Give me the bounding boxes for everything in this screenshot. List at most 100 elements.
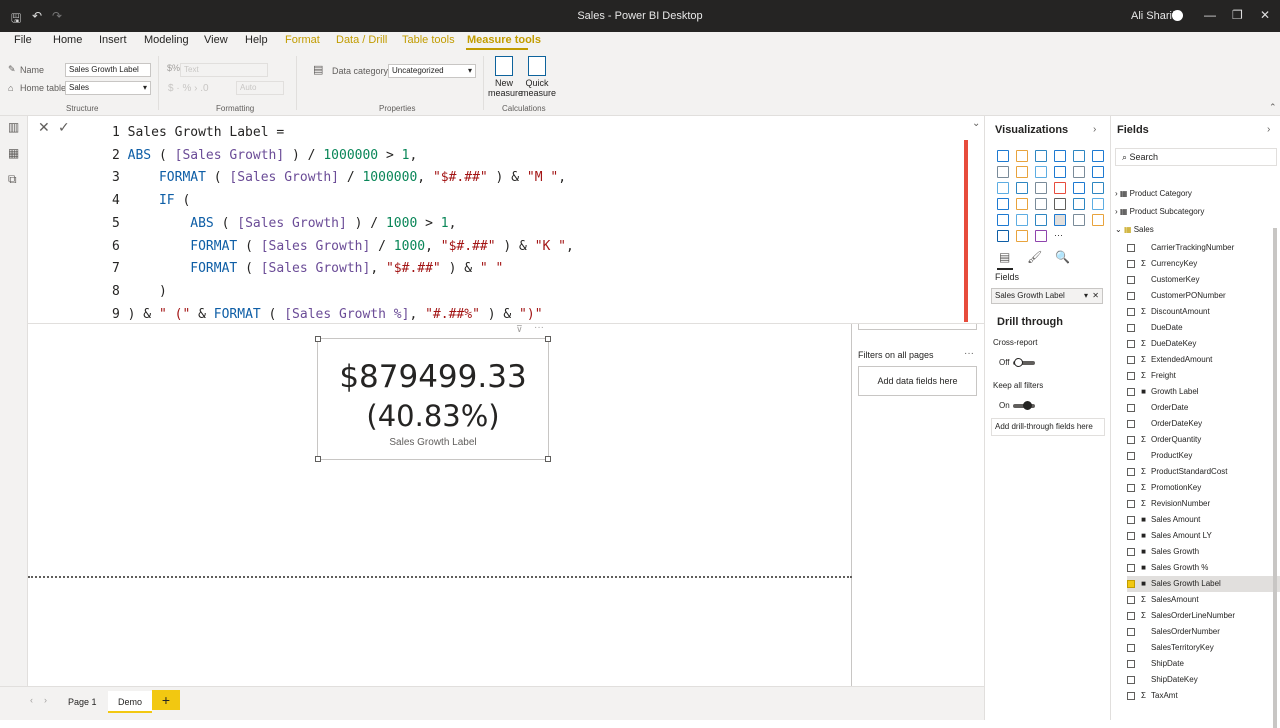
filter-icon[interactable]: ⊽ [516, 324, 523, 335]
field-checkbox[interactable] [1127, 259, 1135, 268]
field-item[interactable]: ■ Sales Amount [1127, 512, 1280, 528]
table-product-category[interactable]: › ▦ Product Category [1115, 186, 1280, 202]
analytics-icon[interactable]: 🔍 [1055, 250, 1070, 264]
visual-type-icon[interactable] [997, 150, 1009, 162]
visual-type-icon[interactable] [1016, 198, 1028, 210]
dax-editor[interactable]: 1 Sales Growth Label = 2 ABS ( [Sales Gr… [112, 122, 574, 326]
more-options-icon[interactable]: ··· [534, 322, 544, 333]
visual-type-icon[interactable] [1035, 198, 1047, 210]
visual-type-icon[interactable] [1054, 150, 1066, 162]
table-product-subcategory[interactable]: › ▦ Product Subcategory [1115, 204, 1280, 220]
field-item[interactable]: Σ TaxAmt [1127, 688, 1280, 704]
visual-type-icon[interactable] [1073, 166, 1085, 178]
visual-type-icon[interactable] [1054, 182, 1066, 194]
field-item[interactable]: Σ SalesAmount [1127, 592, 1280, 608]
menu-table-tools[interactable]: Table tools [402, 34, 455, 46]
filters-dropzone[interactable]: Add data fields here [858, 366, 977, 396]
visual-type-icon[interactable] [1092, 198, 1104, 210]
field-checkbox[interactable] [1127, 275, 1135, 284]
formula-bar[interactable]: ✕ ✓ 1 Sales Growth Label = 2 ABS ( [Sale… [28, 116, 984, 324]
visual-type-icon[interactable] [1016, 214, 1028, 226]
visual-type-icon[interactable] [1092, 214, 1104, 226]
field-checkbox[interactable] [1127, 467, 1135, 476]
visual-type-icon[interactable] [1054, 214, 1066, 226]
minimize-icon[interactable]: — [1204, 8, 1216, 22]
field-item[interactable]: ProductKey [1127, 448, 1280, 464]
visual-type-icon[interactable] [997, 166, 1009, 178]
field-item[interactable]: Σ CurrencyKey [1127, 256, 1280, 272]
visual-type-icon[interactable] [1035, 166, 1047, 178]
field-item[interactable]: Σ Freight [1127, 368, 1280, 384]
visual-type-icon[interactable] [997, 182, 1009, 194]
remove-field-icon[interactable]: ✕ [1092, 291, 1099, 300]
visual-type-icon[interactable] [1054, 166, 1066, 178]
menu-view[interactable]: View [204, 34, 228, 46]
visual-type-icon[interactable] [1016, 150, 1028, 162]
field-checkbox[interactable] [1127, 547, 1135, 556]
resize-handle[interactable] [545, 336, 551, 342]
field-checkbox[interactable] [1127, 323, 1135, 332]
resize-handle[interactable] [545, 456, 551, 462]
fields-tab-icon[interactable]: ▤ [999, 250, 1010, 264]
field-checkbox[interactable] [1127, 419, 1135, 428]
field-checkbox[interactable] [1127, 595, 1135, 604]
data-category-select[interactable]: Uncategorized ▾ [388, 64, 476, 78]
field-item[interactable]: SalesTerritoryKey [1127, 640, 1280, 656]
field-checkbox[interactable] [1127, 675, 1135, 684]
visual-type-icon[interactable] [1073, 182, 1085, 194]
drill-through-dropzone[interactable]: Add drill-through fields here [991, 418, 1105, 436]
table-sales[interactable]: ⌄ ▦ Sales [1115, 222, 1280, 238]
visual-type-icon[interactable] [1035, 214, 1047, 226]
data-view-icon[interactable]: ▦ [8, 146, 19, 160]
new-measure-button[interactable]: New measure [488, 56, 523, 98]
page-tab-demo[interactable]: Demo [108, 691, 153, 713]
field-item[interactable]: DueDate [1127, 320, 1280, 336]
field-checkbox[interactable] [1127, 563, 1135, 572]
visual-type-icon[interactable] [1073, 150, 1085, 162]
chevron-right-icon[interactable]: › [1267, 124, 1270, 135]
menu-insert[interactable]: Insert [99, 34, 127, 46]
menu-data-drill[interactable]: Data / Drill [336, 34, 387, 46]
report-canvas[interactable]: $879499.33 (40.83%) Sales Growth Label ⊽… [28, 322, 852, 686]
restore-icon[interactable]: ❐ [1232, 8, 1243, 22]
collapse-ribbon-icon[interactable]: ⌃ [1269, 102, 1277, 113]
field-checkbox[interactable] [1127, 691, 1135, 700]
collapse-formula-icon[interactable]: ⌄ [972, 118, 980, 129]
field-item[interactable]: ■ Sales Growth Label [1127, 576, 1280, 592]
field-item[interactable]: ShipDate [1127, 656, 1280, 672]
visual-type-icon[interactable] [1016, 230, 1028, 242]
visual-type-icon[interactable] [997, 198, 1009, 210]
field-checkbox[interactable] [1127, 355, 1135, 364]
field-checkbox[interactable] [1127, 659, 1135, 668]
field-item[interactable]: Σ PromotionKey [1127, 480, 1280, 496]
chevron-right-icon[interactable]: › [1093, 124, 1096, 135]
format-paint-icon[interactable]: 🖌 [1027, 250, 1042, 264]
field-item[interactable]: Σ DueDateKey [1127, 336, 1280, 352]
resize-handle[interactable] [315, 456, 321, 462]
report-view-icon[interactable]: ▥ [8, 120, 19, 134]
visual-type-icon[interactable] [1073, 198, 1085, 210]
menu-file[interactable]: File [14, 34, 32, 46]
chevron-down-icon[interactable]: ⌄ [1115, 225, 1124, 234]
user-name[interactable]: Ali Sharifi [1131, 10, 1177, 22]
visual-type-icon[interactable] [1016, 166, 1028, 178]
field-checkbox[interactable] [1127, 451, 1135, 460]
field-item[interactable]: CustomerPONumber [1127, 288, 1280, 304]
menu-home[interactable]: Home [53, 34, 82, 46]
close-icon[interactable]: ✕ [1260, 8, 1270, 22]
field-item[interactable]: CarrierTrackingNumber [1127, 240, 1280, 256]
next-page-icon[interactable]: › [44, 695, 47, 705]
quick-measure-button[interactable]: Quick measure [521, 56, 556, 98]
visual-type-icon[interactable] [997, 214, 1009, 226]
field-checkbox[interactable] [1127, 515, 1135, 524]
model-view-icon[interactable]: ⧉ [8, 172, 17, 187]
fields-search-input[interactable]: ⌕ Search [1115, 148, 1277, 166]
field-checkbox[interactable] [1127, 643, 1135, 652]
visual-type-icon[interactable] [1035, 150, 1047, 162]
field-item[interactable]: Σ ProductStandardCost [1127, 464, 1280, 480]
resize-handle[interactable] [315, 336, 321, 342]
page-tab-page1[interactable]: Page 1 [58, 691, 107, 713]
field-item[interactable]: Σ DiscountAmount [1127, 304, 1280, 320]
name-input[interactable]: Sales Growth Label [65, 63, 151, 77]
field-checkbox[interactable] [1127, 627, 1135, 636]
